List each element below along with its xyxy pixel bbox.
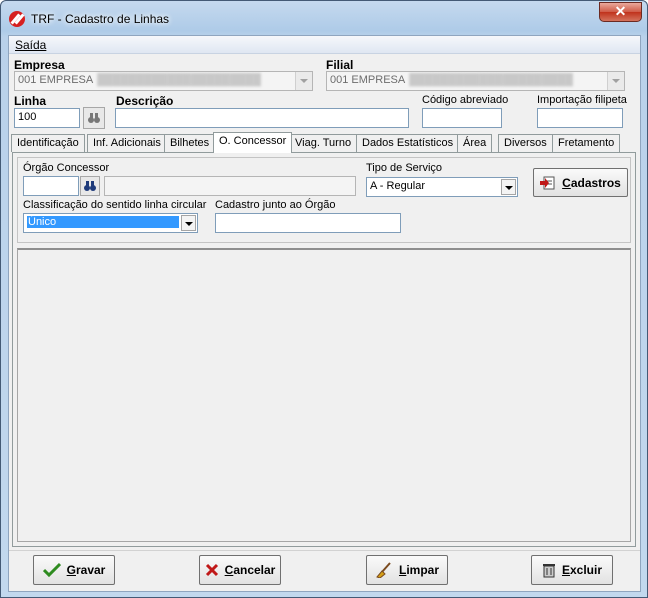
close-button[interactable]: ✕ [599,2,642,22]
empresa-select[interactable]: 001 EMPRESA █████████████████████ [14,71,313,91]
title-bar[interactable]: TRF - Cadastro de Linhas ✕ [1,1,647,35]
codigo-abreviado-input[interactable] [422,108,502,128]
linha-label: Linha [14,94,46,108]
binoculars-icon [88,113,100,123]
empresa-value: 001 EMPRESA [18,74,94,86]
gravar-label: Gravar [66,563,106,577]
tab-viag-turno[interactable]: Viag. Turno [289,134,358,152]
trash-icon [542,564,555,578]
limpar-label: Limpar [398,563,440,577]
linha-lookup-button[interactable] [83,107,105,129]
importacao-filipeta-label: Importação filipeta [537,94,627,106]
excluir-label: Excluir [561,563,603,577]
orgao-lookup-button[interactable] [80,176,100,196]
descricao-label: Descrição [116,94,174,108]
tab-diversos[interactable]: Diversos [498,134,553,152]
cadastro-orgao-input[interactable] [215,213,401,233]
main-window: TRF - Cadastro de Linhas ✕ Saída Empresa… [0,0,648,598]
orgao-concessor-label: Órgão Concessor [23,162,110,174]
broom-icon [376,562,391,578]
cancelar-button[interactable]: Cancelar [199,555,281,585]
concessor-group: Órgão Concessor Tipo de Serviço A - Regu… [17,157,631,243]
classificacao-value: Único [27,216,179,228]
empresa-blurred-name: █████████████████████ [97,74,261,86]
app-logo-icon [9,11,25,27]
descricao-input[interactable] [115,108,409,128]
checkmark-icon [42,562,61,578]
filial-select[interactable]: 001 EMPRESA █████████████████████ [326,71,625,91]
tab-area[interactable]: Área [457,134,493,152]
cancelar-label: Cancelar [224,563,276,577]
classificacao-label: Classificação do sentido linha circular [23,199,207,211]
limpar-button[interactable]: Limpar [366,555,448,585]
binoculars-icon [84,181,96,191]
chevron-down-icon[interactable] [501,179,516,195]
document-icon [540,176,555,189]
codigo-abreviado-label: Código abreviado [422,94,509,106]
excluir-button[interactable]: Excluir [531,555,613,585]
filial-value: 001 EMPRESA [330,74,406,86]
tab-panel-o-concessor: Órgão Concessor Tipo de Serviço A - Regu… [12,152,636,547]
importacao-filipeta-input[interactable] [537,108,623,128]
cadastros-button[interactable]: Cadastros [533,168,628,197]
tab-bilhetes[interactable]: Bilhetes [164,134,216,152]
orgao-code-input[interactable] [23,176,79,196]
cadastro-orgao-label: Cadastro junto ao Órgão [215,199,336,211]
chevron-down-icon[interactable] [295,72,312,90]
menu-item-saida[interactable]: Saída [15,38,46,52]
tab-identificacao[interactable]: Identificação [11,134,85,152]
tab-dados-estatisticos[interactable]: Dados Estatísticos [356,134,460,152]
cadastros-label: Cadastros [562,175,621,190]
chevron-down-icon[interactable] [607,72,624,90]
content-area [17,248,631,542]
empresa-label: Empresa [14,58,65,72]
action-bar: Gravar Cancelar Limpar Excluir [9,550,640,592]
gravar-button[interactable]: Gravar [33,555,115,585]
client-area: Saída Empresa 001 EMPRESA ███████████████… [8,35,641,592]
orgao-name-display [104,176,356,196]
filial-blurred-name: █████████████████████ [409,74,573,86]
classificacao-select[interactable]: Único [23,213,198,233]
x-icon [205,563,218,577]
filial-label: Filial [326,58,354,72]
menu-bar: Saída [9,36,640,54]
window-title: TRF - Cadastro de Linhas [31,12,170,26]
tab-strip: Identificação Inf. Adicionais Bilhetes O… [11,132,639,153]
linha-input[interactable]: 100 [14,108,80,128]
tipo-servico-value: A - Regular [370,180,426,192]
tipo-servico-label: Tipo de Serviço [366,162,443,174]
tipo-servico-select[interactable]: A - Regular [366,177,518,197]
tab-fretamento[interactable]: Fretamento [552,134,621,152]
chevron-down-icon[interactable] [181,215,196,231]
tab-o-concessor[interactable]: O. Concessor [213,132,293,153]
tab-inf-adicionais[interactable]: Inf. Adicionais [87,134,167,152]
